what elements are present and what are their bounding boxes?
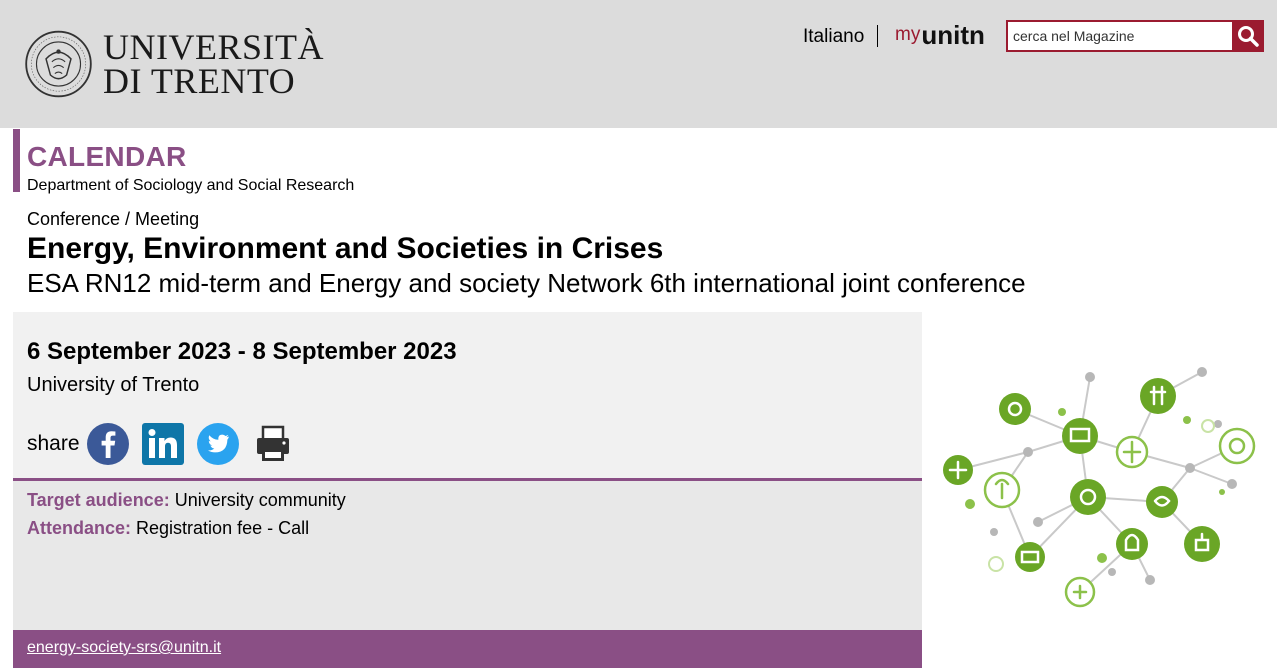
twitter-icon [196, 423, 239, 465]
target-audience-row: Target audience: University community [27, 490, 346, 511]
myunitn-prefix: my [895, 24, 921, 45]
search-icon [1238, 26, 1259, 47]
myunitn-link[interactable]: myunitn [895, 20, 985, 51]
logo-wordmark: UNIVERSITÀ DI TRENTO [103, 27, 324, 101]
target-audience-label: Target audience: [27, 490, 170, 510]
search-form [1006, 20, 1264, 52]
language-link[interactable]: Italiano [803, 26, 864, 48]
event-info-panel: 6 September 2023 - 8 September 2023 Univ… [13, 312, 922, 479]
contact-email-link[interactable]: energy-society-srs@unitn.it [27, 639, 221, 657]
myunitn-main: unitn [921, 20, 985, 50]
department-name: Department of Sociology and Social Resea… [27, 177, 355, 194]
event-type: Conference / Meeting [27, 209, 200, 229]
twitter-share-button[interactable] [196, 422, 240, 466]
event-dates: 6 September 2023 - 8 September 2023 [27, 338, 457, 365]
share-row: share [27, 422, 306, 466]
attendance-row: Attendance: Registration fee - Call [27, 518, 309, 539]
linkedin-share-button[interactable] [141, 422, 185, 466]
search-input[interactable] [1006, 20, 1232, 52]
target-audience-value: University community [174, 490, 346, 510]
university-seal-icon [25, 30, 92, 98]
logo-line-2: DI TRENTO [103, 61, 296, 101]
header-divider [877, 25, 878, 47]
event-details-panel: Target audience: University community At… [13, 481, 922, 630]
energy-network-icon [943, 367, 1256, 608]
section-accent-bar [13, 129, 20, 192]
facebook-share-button[interactable] [86, 422, 130, 466]
logo-line-1: UNIVERSITÀ [103, 27, 324, 67]
section-title: CALENDAR [27, 141, 187, 172]
energy-network-illustration [922, 312, 1280, 668]
share-label: share [27, 432, 80, 455]
event-subtitle: ESA RN12 mid-term and Energy and society… [27, 268, 1026, 298]
attendance-label: Attendance: [27, 518, 132, 538]
facebook-icon [86, 423, 129, 465]
event-venue: University of Trento [27, 374, 200, 396]
contact-bar: energy-society-srs@unitn.it [13, 630, 922, 668]
attendance-value: Registration fee - Call [136, 518, 310, 538]
university-logo[interactable]: UNIVERSITÀ DI TRENTO [24, 14, 324, 114]
event-title: Energy, Environment and Societies in Cri… [27, 232, 664, 265]
site-header: UNIVERSITÀ DI TRENTO Italiano myunitn [0, 0, 1277, 128]
search-button[interactable] [1232, 20, 1264, 52]
print-button[interactable] [251, 422, 295, 466]
print-icon [256, 425, 289, 461]
linkedin-icon [141, 423, 184, 465]
